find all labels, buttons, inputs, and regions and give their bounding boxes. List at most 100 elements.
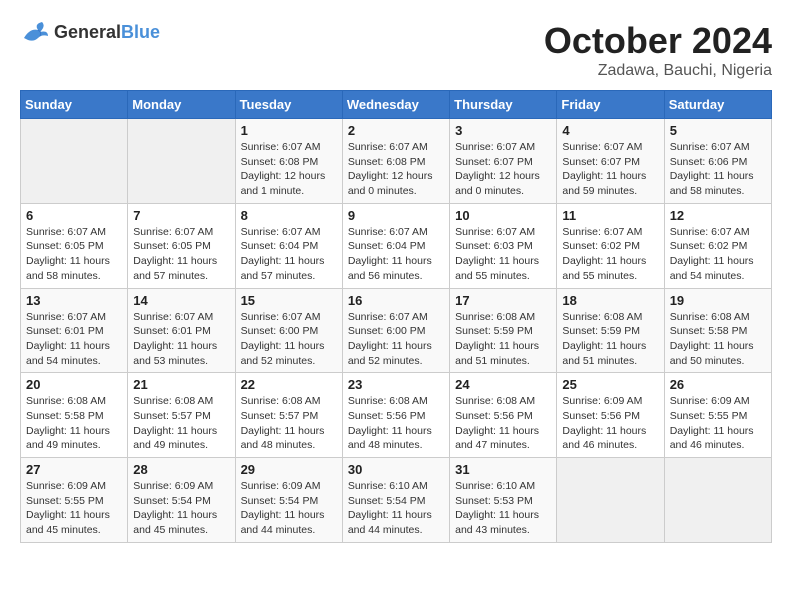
day-detail: Sunrise: 6:07 AMSunset: 6:07 PMDaylight:… [455,140,551,199]
day-detail: Sunrise: 6:07 AMSunset: 6:07 PMDaylight:… [562,140,658,199]
calendar-cell: 27 Sunrise: 6:09 AMSunset: 5:55 PMDayligh… [21,458,128,543]
calendar-cell [21,119,128,204]
calendar-cell: 28 Sunrise: 6:09 AMSunset: 5:54 PMDayligh… [128,458,235,543]
calendar-cell: 6 Sunrise: 6:07 AMSunset: 6:05 PMDaylight… [21,203,128,288]
day-detail: Sunrise: 6:09 AMSunset: 5:54 PMDaylight:… [133,479,229,538]
day-number: 14 [133,293,229,308]
weekday-header-friday: Friday [557,91,664,119]
day-detail: Sunrise: 6:08 AMSunset: 5:59 PMDaylight:… [455,310,551,369]
calendar-cell: 20 Sunrise: 6:08 AMSunset: 5:58 PMDayligh… [21,373,128,458]
calendar-cell: 23 Sunrise: 6:08 AMSunset: 5:56 PMDayligh… [342,373,449,458]
calendar-cell: 11 Sunrise: 6:07 AMSunset: 6:02 PMDayligh… [557,203,664,288]
day-detail: Sunrise: 6:08 AMSunset: 5:56 PMDaylight:… [348,394,444,453]
calendar-cell [128,119,235,204]
day-detail: Sunrise: 6:07 AMSunset: 6:08 PMDaylight:… [241,140,337,199]
day-detail: Sunrise: 6:09 AMSunset: 5:56 PMDaylight:… [562,394,658,453]
day-number: 3 [455,123,551,138]
day-detail: Sunrise: 6:07 AMSunset: 6:08 PMDaylight:… [348,140,444,199]
day-detail: Sunrise: 6:08 AMSunset: 5:58 PMDaylight:… [670,310,766,369]
calendar-cell: 21 Sunrise: 6:08 AMSunset: 5:57 PMDayligh… [128,373,235,458]
day-number: 26 [670,377,766,392]
calendar-cell: 30 Sunrise: 6:10 AMSunset: 5:54 PMDayligh… [342,458,449,543]
day-detail: Sunrise: 6:08 AMSunset: 5:57 PMDaylight:… [133,394,229,453]
day-detail: Sunrise: 6:09 AMSunset: 5:55 PMDaylight:… [26,479,122,538]
day-number: 13 [26,293,122,308]
weekday-header-row: SundayMondayTuesdayWednesdayThursdayFrid… [21,91,772,119]
day-number: 31 [455,462,551,477]
day-number: 30 [348,462,444,477]
calendar-location: Zadawa, Bauchi, Nigeria [544,62,772,80]
calendar-cell: 17 Sunrise: 6:08 AMSunset: 5:59 PMDayligh… [450,288,557,373]
day-number: 2 [348,123,444,138]
calendar-cell: 22Sunrise: 6:08 AMSunset: 5:57 PMDayligh… [235,373,342,458]
day-number: 10 [455,208,551,223]
calendar-cell: 5Sunrise: 6:07 AMSunset: 6:06 PMDaylight… [664,119,771,204]
day-detail: Sunrise: 6:07 AMSunset: 6:01 PMDaylight:… [26,310,122,369]
day-number: 23 [348,377,444,392]
day-number: 6 [26,208,122,223]
weekday-header-sunday: Sunday [21,91,128,119]
calendar-cell: 4Sunrise: 6:07 AMSunset: 6:07 PMDaylight… [557,119,664,204]
title-block: October 2024 Zadawa, Bauchi, Nigeria [544,20,772,80]
day-detail: Sunrise: 6:07 AMSunset: 6:04 PMDaylight:… [348,225,444,284]
day-detail: Sunrise: 6:07 AMSunset: 6:05 PMDaylight:… [26,225,122,284]
calendar-cell: 24 Sunrise: 6:08 AMSunset: 5:56 PMDayligh… [450,373,557,458]
day-number: 21 [133,377,229,392]
day-detail: Sunrise: 6:07 AMSunset: 6:00 PMDaylight:… [348,310,444,369]
weekday-header-wednesday: Wednesday [342,91,449,119]
day-detail: Sunrise: 6:07 AMSunset: 6:01 PMDaylight:… [133,310,229,369]
day-detail: Sunrise: 6:09 AMSunset: 5:54 PMDaylight:… [241,479,337,538]
calendar-cell: 9Sunrise: 6:07 AMSunset: 6:04 PMDaylight… [342,203,449,288]
day-number: 8 [241,208,337,223]
logo: GeneralBlue [20,20,160,44]
calendar-cell: 31 Sunrise: 6:10 AMSunset: 5:53 PMDayligh… [450,458,557,543]
weekday-header-saturday: Saturday [664,91,771,119]
logo-bird-icon [20,20,50,44]
calendar-cell: 13 Sunrise: 6:07 AMSunset: 6:01 PMDayligh… [21,288,128,373]
day-detail: Sunrise: 6:08 AMSunset: 5:59 PMDaylight:… [562,310,658,369]
day-detail: Sunrise: 6:07 AMSunset: 6:02 PMDaylight:… [670,225,766,284]
calendar-cell [557,458,664,543]
calendar-week-row: 20 Sunrise: 6:08 AMSunset: 5:58 PMDayligh… [21,373,772,458]
calendar-cell: 26 Sunrise: 6:09 AMSunset: 5:55 PMDayligh… [664,373,771,458]
calendar-cell: 1 Sunrise: 6:07 AMSunset: 6:08 PMDaylight… [235,119,342,204]
day-number: 28 [133,462,229,477]
day-number: 5 [670,123,766,138]
day-number: 25 [562,377,658,392]
day-detail: Sunrise: 6:08 AMSunset: 5:56 PMDaylight:… [455,394,551,453]
day-number: 11 [562,208,658,223]
day-number: 1 [241,123,337,138]
calendar-cell: 18 Sunrise: 6:08 AMSunset: 5:59 PMDayligh… [557,288,664,373]
calendar-cell: 2 Sunrise: 6:07 AMSunset: 6:08 PMDaylight… [342,119,449,204]
day-detail: Sunrise: 6:07 AMSunset: 6:02 PMDaylight:… [562,225,658,284]
day-number: 12 [670,208,766,223]
day-detail: Sunrise: 6:07 AMSunset: 6:00 PMDaylight:… [241,310,337,369]
calendar-cell: 16Sunrise: 6:07 AMSunset: 6:00 PMDayligh… [342,288,449,373]
day-number: 27 [26,462,122,477]
day-number: 18 [562,293,658,308]
day-detail: Sunrise: 6:09 AMSunset: 5:55 PMDaylight:… [670,394,766,453]
day-detail: Sunrise: 6:10 AMSunset: 5:54 PMDaylight:… [348,479,444,538]
day-number: 29 [241,462,337,477]
calendar-cell: 29 Sunrise: 6:09 AMSunset: 5:54 PMDayligh… [235,458,342,543]
calendar-week-row: 6 Sunrise: 6:07 AMSunset: 6:05 PMDaylight… [21,203,772,288]
calendar-title: October 2024 [544,20,772,62]
calendar-cell: 10Sunrise: 6:07 AMSunset: 6:03 PMDayligh… [450,203,557,288]
calendar-table: SundayMondayTuesdayWednesdayThursdayFrid… [20,90,772,543]
weekday-header-thursday: Thursday [450,91,557,119]
day-number: 20 [26,377,122,392]
day-detail: Sunrise: 6:08 AMSunset: 5:57 PMDaylight:… [241,394,337,453]
day-detail: Sunrise: 6:10 AMSunset: 5:53 PMDaylight:… [455,479,551,538]
day-number: 24 [455,377,551,392]
day-detail: Sunrise: 6:08 AMSunset: 5:58 PMDaylight:… [26,394,122,453]
logo-blue-text: Blue [121,22,160,42]
calendar-cell: 15 Sunrise: 6:07 AMSunset: 6:00 PMDayligh… [235,288,342,373]
day-number: 15 [241,293,337,308]
calendar-cell [664,458,771,543]
calendar-cell: 25 Sunrise: 6:09 AMSunset: 5:56 PMDayligh… [557,373,664,458]
day-number: 17 [455,293,551,308]
page-header: GeneralBlue October 2024 Zadawa, Bauchi,… [20,20,772,80]
calendar-week-row: 13 Sunrise: 6:07 AMSunset: 6:01 PMDayligh… [21,288,772,373]
calendar-cell: 14 Sunrise: 6:07 AMSunset: 6:01 PMDayligh… [128,288,235,373]
day-number: 7 [133,208,229,223]
